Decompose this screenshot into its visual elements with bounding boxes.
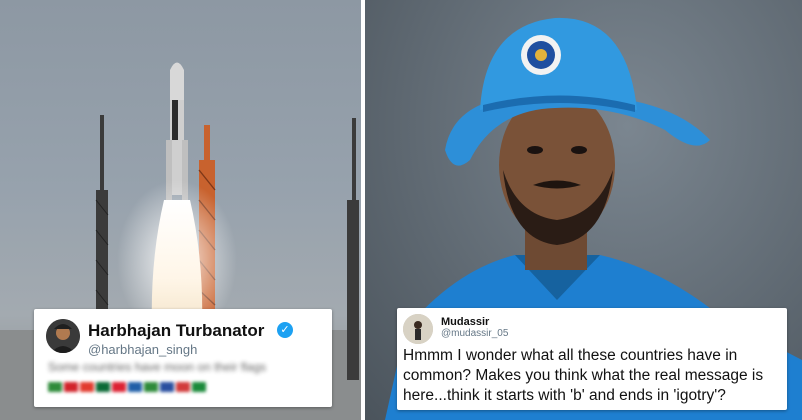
tweet-card-harbhajan[interactable]: Harbhajan Turbanator ✓ @harbhajan_singh … (34, 309, 332, 407)
display-name[interactable]: Harbhajan Turbanator (88, 321, 264, 341)
rocket (166, 62, 188, 200)
flag-emoji-icon (112, 382, 126, 392)
avatar[interactable] (46, 319, 80, 353)
flag-emoji-icon (144, 382, 158, 392)
flag-emoji-icon (96, 382, 110, 392)
flag-emoji-icon (128, 382, 142, 392)
display-name[interactable]: Mudassir (441, 316, 489, 328)
flag-emoji-icon (64, 382, 78, 392)
lightning-tower-right (347, 118, 359, 380)
blurred-tweet-text: Some countries have moon on their flags (48, 360, 267, 374)
avatar[interactable] (403, 314, 433, 344)
verified-badge-icon: ✓ (277, 322, 293, 338)
flag-emoji-icon (48, 382, 62, 392)
handle[interactable]: @harbhajan_singh (88, 342, 197, 357)
handle[interactable]: @mudassir_05 (441, 328, 508, 339)
tweet-card-mudassir[interactable]: Mudassir @mudassir_05 Hmmm I wonder what… (397, 308, 787, 410)
blurred-flag-emojis (48, 379, 208, 397)
flag-emoji-icon (176, 382, 190, 392)
lightning-tower-left (95, 115, 109, 315)
flag-emoji-icon (80, 382, 94, 392)
tweet-text: Hmmm I wonder what all these countries h… (403, 347, 764, 404)
flag-emoji-icon (192, 382, 206, 392)
flag-emoji-icon (160, 382, 174, 392)
